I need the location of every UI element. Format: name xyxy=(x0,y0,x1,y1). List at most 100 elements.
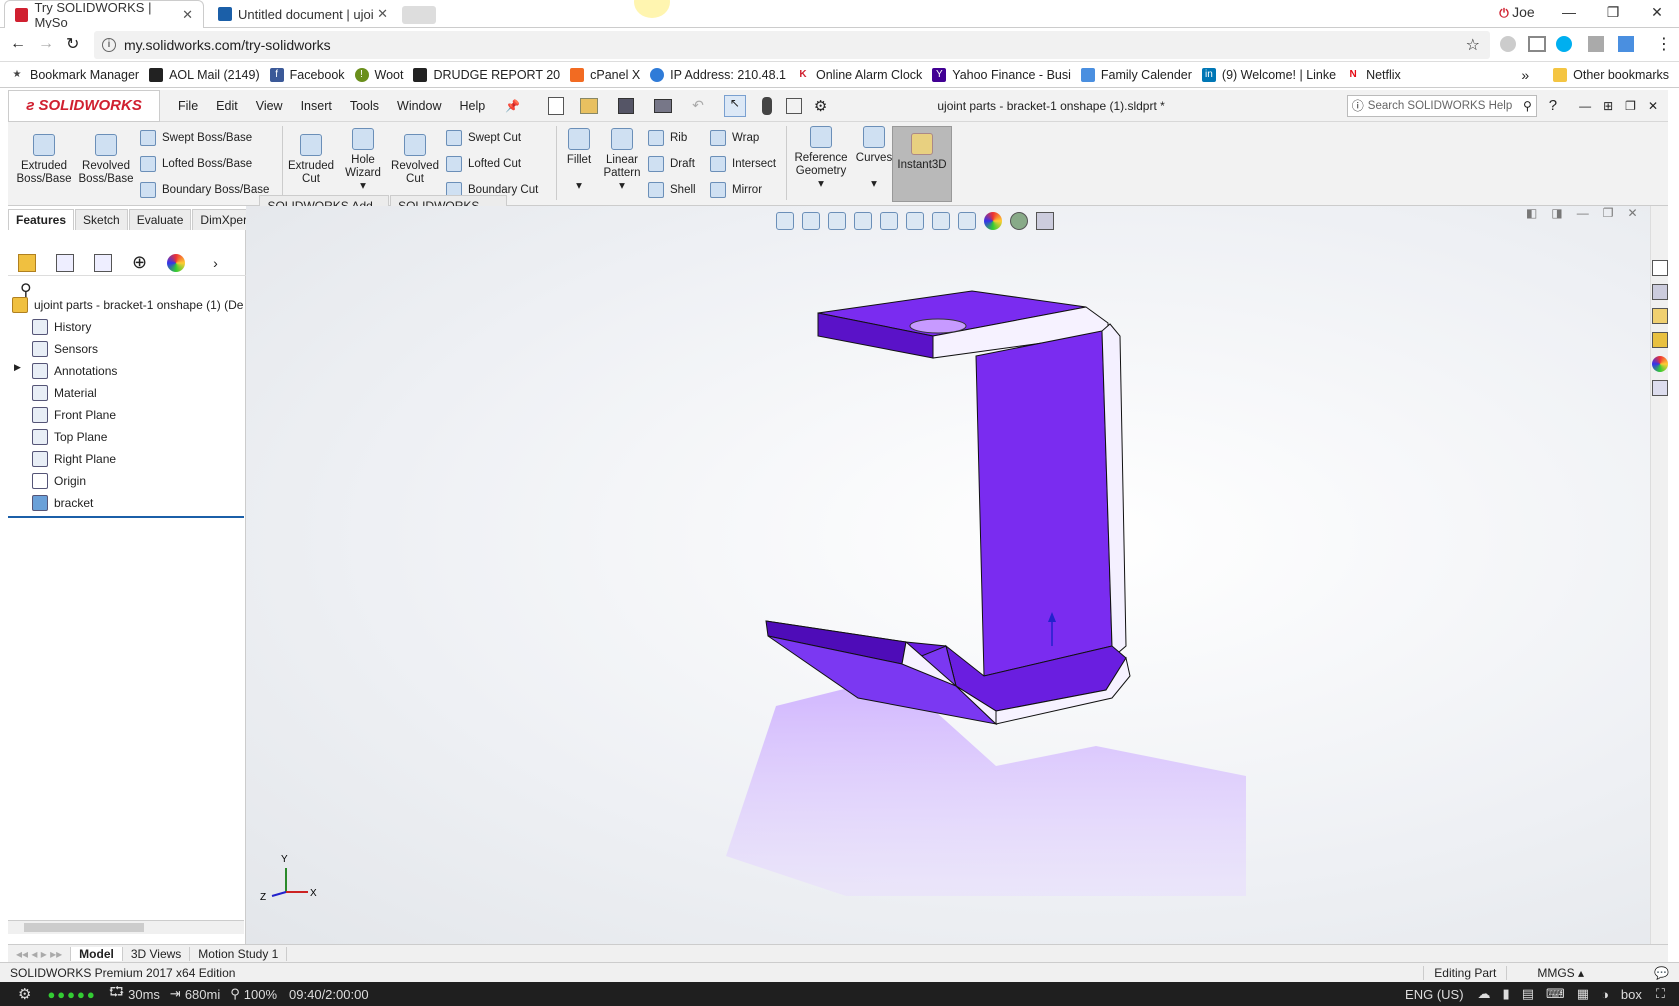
minimize-app-icon[interactable]: — xyxy=(1579,99,1591,113)
design-library-icon[interactable] xyxy=(1652,284,1668,300)
other-bookmarks[interactable]: Other bookmarks xyxy=(1553,67,1669,82)
bookmark-item[interactable]: cPanel X xyxy=(570,67,640,82)
menu-insert[interactable]: Insert xyxy=(301,99,332,113)
property-manager-icon[interactable] xyxy=(56,253,74,272)
linear-pattern-button[interactable]: Linear Pattern ▾ xyxy=(600,128,644,193)
tab-model[interactable]: Model xyxy=(71,946,123,961)
fullscreen-icon[interactable]: ⛶ xyxy=(1656,986,1665,1002)
configuration-manager-icon[interactable] xyxy=(94,253,112,272)
menu-dots-icon[interactable]: ⋮ xyxy=(1656,34,1672,54)
minimize-icon[interactable]: — xyxy=(1547,4,1591,20)
restore-icon[interactable]: ❐ xyxy=(1591,4,1635,21)
help-button[interactable]: ? xyxy=(1549,97,1557,114)
shell-button[interactable]: Shell xyxy=(648,182,696,198)
tab-scroll-arrows-icon[interactable]: ◂◂ ◂ ▸ ▸▸ xyxy=(8,946,72,961)
hole-wizard-button[interactable]: Hole Wizard ▾ xyxy=(340,128,386,193)
tile-icon[interactable]: ⊞ xyxy=(1603,99,1613,113)
reference-geometry-button[interactable]: Reference Geometry ▾ xyxy=(790,126,852,191)
extension-s-icon[interactable] xyxy=(1618,36,1634,52)
curves-button[interactable]: Curves ▾ xyxy=(854,126,894,191)
close-window-icon[interactable]: ✕ xyxy=(1635,4,1679,21)
revolved-cut-button[interactable]: Revolved Cut xyxy=(390,134,440,186)
rib-button[interactable]: Rib xyxy=(648,130,687,146)
menu-view[interactable]: View xyxy=(256,99,283,113)
tree-item-top-plane[interactable]: Top Plane xyxy=(32,426,107,448)
new-tab-button[interactable] xyxy=(402,6,436,24)
bracket-model[interactable]: Y X Z xyxy=(246,206,1650,944)
back-icon[interactable]: ← xyxy=(10,35,26,53)
search-icon[interactable]: ⚲ xyxy=(1523,99,1532,113)
bookmark-item[interactable]: ★ Bookmark Manager xyxy=(10,68,140,82)
browser-tab-onshape[interactable]: Untitled document | ujoi ✕ xyxy=(208,0,398,28)
dropdown-arrow-icon[interactable]: ▾ xyxy=(871,178,877,190)
browser-tab-solidworks[interactable]: Try SOLIDWORKS | MySo ✕ xyxy=(4,0,204,30)
fillet-button[interactable]: Fillet ▾ xyxy=(560,128,598,193)
bookmark-item[interactable]: in (9) Welcome! | Linke xyxy=(1201,67,1336,82)
swept-cut-button[interactable]: Swept Cut xyxy=(446,130,521,146)
tab-evaluate[interactable]: Evaluate xyxy=(128,209,192,230)
graphics-viewport[interactable]: ◧ ◨ — ❐ ✕ Y X Z xyxy=(246,206,1650,944)
appearances-icon[interactable] xyxy=(1652,356,1668,372)
expand-arrow-icon[interactable]: › xyxy=(213,255,218,271)
expand-triangle-icon[interactable]: ▶ xyxy=(14,362,21,373)
dropdown-arrow-icon[interactable]: ▾ xyxy=(818,178,824,190)
grid-icon[interactable]: ▦ xyxy=(1577,986,1589,1002)
save-icon[interactable] xyxy=(618,97,635,114)
tree-item-material[interactable]: Material xyxy=(32,382,97,404)
wrap-button[interactable]: Wrap xyxy=(710,130,759,146)
bookmark-item[interactable]: AOL Mail (2149) xyxy=(149,67,260,82)
menu-tools[interactable]: Tools xyxy=(350,99,379,113)
view-palette-icon[interactable] xyxy=(1652,332,1668,348)
close-tab-icon[interactable]: ✕ xyxy=(377,6,388,22)
dropdown-arrow-icon[interactable]: ▾ xyxy=(576,180,582,192)
tree-item-history[interactable]: History xyxy=(32,316,91,338)
cast-icon[interactable] xyxy=(1528,36,1546,52)
feature-manager-icon[interactable] xyxy=(18,253,36,272)
skype-icon[interactable] xyxy=(1556,36,1572,52)
file-properties-icon[interactable] xyxy=(785,97,802,114)
menu-edit[interactable]: Edit xyxy=(216,99,238,113)
select-pointer-icon[interactable]: ↖ xyxy=(723,94,746,117)
rollback-bar[interactable] xyxy=(8,516,244,518)
bookmarks-overflow-button[interactable]: » xyxy=(1521,67,1529,83)
file-explorer-icon[interactable] xyxy=(1652,308,1668,324)
cloud-icon[interactable]: ☁ xyxy=(1478,986,1491,1002)
bookmark-item[interactable]: Family Calender xyxy=(1080,67,1192,82)
close-app-icon[interactable]: ✕ xyxy=(1648,99,1658,113)
dropdown-arrow-icon[interactable]: ▾ xyxy=(360,180,366,192)
swept-boss-button[interactable]: Swept Boss/Base xyxy=(140,130,252,146)
pin-icon[interactable]: 📌 xyxy=(505,99,520,113)
display-manager-icon[interactable] xyxy=(167,253,186,272)
settings-gear-icon[interactable]: ⚙ xyxy=(18,985,31,1003)
language-text[interactable]: ENG (US) xyxy=(1405,987,1464,1002)
mirror-button[interactable]: Mirror xyxy=(710,182,762,198)
mouse-icon[interactable]: ◑ xyxy=(1601,987,1609,1002)
tree-root[interactable]: ujoint parts - bracket-1 onshape (1) (De xyxy=(12,294,243,316)
restore-app-icon[interactable]: ❐ xyxy=(1625,99,1636,113)
menu-file[interactable]: File xyxy=(178,99,198,113)
bookmark-item[interactable]: f Facebook xyxy=(269,67,345,82)
url-bar[interactable]: i my.solidworks.com/try-solidworks ☆ xyxy=(94,31,1490,59)
bookmark-item[interactable]: DRUDGE REPORT 20 xyxy=(413,67,560,82)
menu-window[interactable]: Window xyxy=(397,99,441,113)
draft-button[interactable]: Draft xyxy=(648,156,695,172)
keyboard-icon[interactable]: ⌨ xyxy=(1546,986,1565,1002)
instant3d-button[interactable]: Instant3D xyxy=(892,126,952,202)
tab-sketch[interactable]: Sketch xyxy=(75,209,128,230)
extruded-boss-button[interactable]: Extruded Boss/Base xyxy=(16,134,72,186)
revolved-boss-button[interactable]: Revolved Boss/Base xyxy=(78,134,134,186)
close-tab-icon[interactable]: ✕ xyxy=(182,7,193,23)
dimxpert-manager-icon[interactable]: ⊕ xyxy=(132,252,147,273)
clipboard-icon[interactable]: ▤ xyxy=(1522,986,1534,1002)
tree-item-right-plane[interactable]: Right Plane xyxy=(32,448,116,470)
units-selector[interactable]: MMGS ▴ xyxy=(1506,965,1594,980)
solidworks-logo[interactable]: ƨ SOLIDWORKS xyxy=(8,89,160,122)
tree-item-origin[interactable]: Origin xyxy=(32,470,86,492)
custom-properties-icon[interactable] xyxy=(1652,380,1668,396)
extension-icon[interactable] xyxy=(1500,36,1516,52)
lofted-cut-button[interactable]: Lofted Cut xyxy=(446,156,521,172)
tree-item-annotations[interactable]: Annotations xyxy=(32,360,117,382)
star-icon[interactable]: ☆ xyxy=(1466,35,1480,55)
status-tooltip-icon[interactable]: 💬 xyxy=(1654,966,1669,980)
lofted-boss-button[interactable]: Lofted Boss/Base xyxy=(140,156,252,172)
